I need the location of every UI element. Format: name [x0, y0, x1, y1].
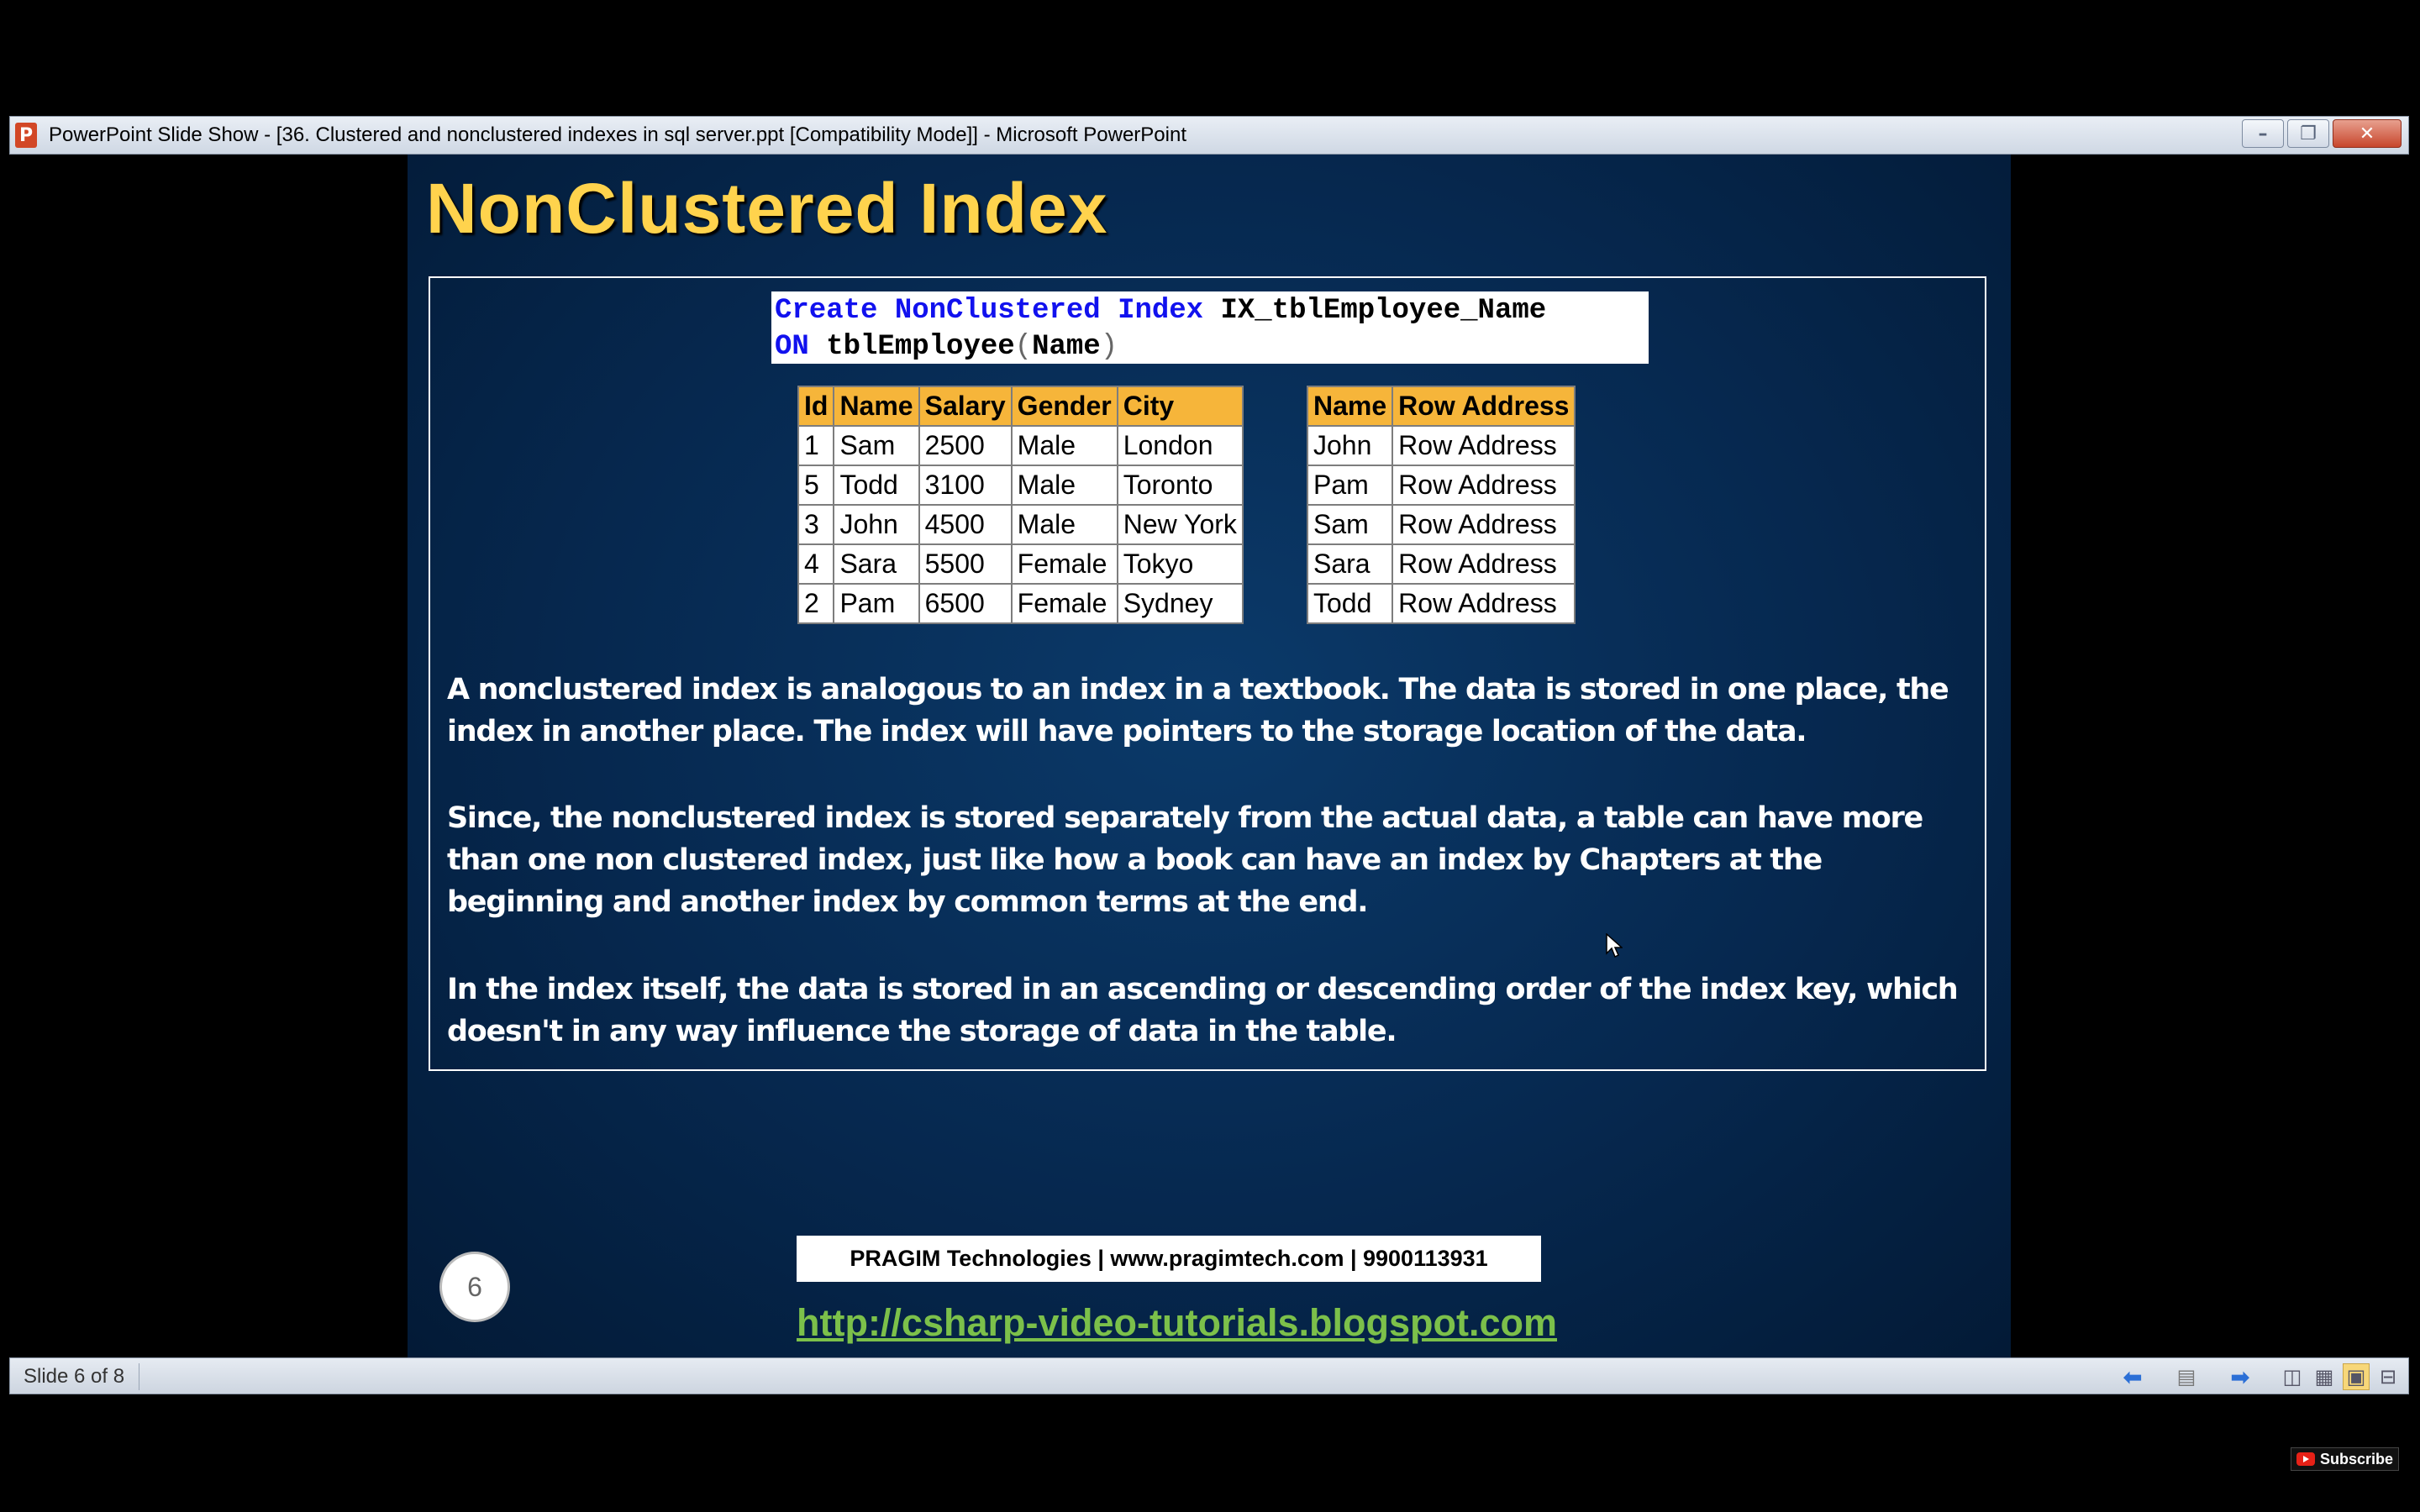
- table-cell: John: [833, 504, 920, 545]
- column-header: Name: [1306, 386, 1394, 427]
- mouse-cursor-icon: [1606, 933, 1623, 958]
- footer-company-info: PRAGIM Technologies | www.pragimtech.com…: [797, 1236, 1541, 1282]
- code-keyword: ON: [775, 331, 809, 363]
- column-header: Name: [833, 386, 920, 427]
- column-header: Row Address: [1392, 386, 1576, 427]
- window-title-bar: P PowerPoint Slide Show - [36. Clustered…: [9, 116, 2409, 155]
- table-row: Todd Row Address: [1306, 583, 1576, 624]
- table-cell: New York: [1116, 504, 1244, 545]
- table-cell: Toronto: [1116, 465, 1244, 506]
- table-cell: Male: [1010, 465, 1118, 506]
- slide-content-box: Create NonClustered Index IX_tblEmployee…: [429, 276, 1986, 1071]
- table-cell: 3100: [918, 465, 1013, 506]
- table-cell: Todd: [833, 465, 920, 506]
- subscribe-button[interactable]: Subscribe: [2291, 1447, 2400, 1471]
- status-bar: Slide 6 of 8 ⬅ ▤ ➡ ◫ ▦ ▣ ⊟: [9, 1357, 2409, 1394]
- previous-slide-icon[interactable]: ⬅: [2116, 1362, 2149, 1392]
- table-cell: Row Address: [1392, 425, 1576, 466]
- table-cell: Sara: [833, 543, 920, 585]
- code-paren: (: [1014, 331, 1033, 363]
- table-row: John Row Address: [1306, 425, 1576, 466]
- table-cell: Sam: [1306, 504, 1394, 545]
- table-cell: John: [1306, 425, 1394, 466]
- table-row: 5 Todd 3100 Male Toronto: [797, 465, 1244, 506]
- table-cell: Pam: [833, 583, 920, 624]
- reading-view-icon[interactable]: ▣: [2343, 1363, 2370, 1390]
- code-keyword: Create NonClustered Index: [775, 295, 1204, 327]
- table-header-row: Name Row Address: [1306, 386, 1576, 427]
- code-index-name: IX_tblEmployee_Name: [1203, 295, 1547, 327]
- slide-title: NonClustered Index: [426, 169, 1108, 248]
- footer-blog-link[interactable]: http://csharp-video-tutorials.blogspot.c…: [797, 1301, 1557, 1345]
- table-row: 3 John 4500 Male New York: [797, 504, 1244, 545]
- table-cell: 5: [797, 465, 835, 506]
- employee-table: Id Name Salary Gender City 1 Sam 2500 Ma…: [797, 386, 1244, 624]
- table-cell: Female: [1010, 583, 1118, 624]
- column-header: Id: [797, 386, 835, 427]
- table-cell: Todd: [1306, 583, 1394, 624]
- slide-sorter-view-icon[interactable]: ▦: [2311, 1363, 2338, 1390]
- table-cell: Row Address: [1392, 543, 1576, 585]
- minimize-button[interactable]: –: [2242, 119, 2284, 148]
- table-row: 2 Pam 6500 Female Sydney: [797, 583, 1244, 624]
- table-cell: London: [1116, 425, 1244, 466]
- slide-counter: Slide 6 of 8: [24, 1365, 125, 1388]
- window-title: PowerPoint Slide Show - [36. Clustered a…: [49, 123, 1186, 146]
- table-cell: 2500: [918, 425, 1013, 466]
- paragraph-multiple-indexes: Since, the nonclustered index is stored …: [447, 801, 1923, 919]
- column-header: City: [1116, 386, 1244, 427]
- code-column-name: Name: [1032, 331, 1101, 363]
- table-cell: 4: [797, 543, 835, 585]
- table-cell: Row Address: [1392, 465, 1576, 506]
- table-cell: Male: [1010, 504, 1118, 545]
- column-header: Salary: [918, 386, 1013, 427]
- table-cell: Sam: [833, 425, 920, 466]
- code-line-2: ON tblEmployee(Name): [775, 329, 1645, 365]
- code-line-1: Create NonClustered Index IX_tblEmployee…: [775, 293, 1645, 329]
- restore-button[interactable]: ❐: [2287, 119, 2329, 148]
- table-cell: Sara: [1306, 543, 1394, 585]
- table-row: Sam Row Address: [1306, 504, 1576, 545]
- table-cell: Tokyo: [1116, 543, 1244, 585]
- next-slide-icon[interactable]: ➡: [2223, 1362, 2257, 1392]
- table-cell: Row Address: [1392, 504, 1576, 545]
- table-cell: Pam: [1306, 465, 1394, 506]
- slide-canvas[interactable]: NonClustered Index Create NonClustered I…: [408, 155, 2011, 1357]
- paragraph-index-order: In the index itself, the data is stored …: [447, 973, 1959, 1048]
- table-cell: Row Address: [1392, 583, 1576, 624]
- code-paren: ): [1100, 331, 1118, 363]
- slide-menu-icon[interactable]: ▤: [2170, 1362, 2203, 1392]
- slide-show-view-icon[interactable]: ⊟: [2375, 1363, 2402, 1390]
- table-cell: 2: [797, 583, 835, 624]
- table-cell: 6500: [918, 583, 1013, 624]
- table-cell: Male: [1010, 425, 1118, 466]
- column-header: Gender: [1010, 386, 1118, 427]
- paragraph-analogy: A nonclustered index is analogous to an …: [447, 673, 1949, 748]
- subscribe-label: Subscribe: [2320, 1450, 2394, 1467]
- table-cell: Female: [1010, 543, 1118, 585]
- sql-code-block: Create NonClustered Index IX_tblEmployee…: [771, 291, 1649, 364]
- index-table: Name Row Address John Row Address Pam Ro…: [1306, 386, 1576, 624]
- table-header-row: Id Name Salary Gender City: [797, 386, 1244, 427]
- code-table-name: tblEmployee: [808, 331, 1015, 363]
- close-button[interactable]: ✕: [2333, 119, 2402, 148]
- normal-view-icon[interactable]: ◫: [2279, 1363, 2306, 1390]
- table-row: 4 Sara 5500 Female Tokyo: [797, 543, 1244, 585]
- table-cell: 5500: [918, 543, 1013, 585]
- table-cell: 1: [797, 425, 835, 466]
- table-cell: 3: [797, 504, 835, 545]
- powerpoint-app-icon: P: [15, 123, 37, 148]
- slide-number-badge: 6: [439, 1252, 510, 1322]
- table-cell: 4500: [918, 504, 1013, 545]
- table-cell: Sydney: [1116, 583, 1244, 624]
- table-row: Pam Row Address: [1306, 465, 1576, 506]
- window-controls: – ❐ ✕: [2242, 119, 2402, 148]
- table-row: 1 Sam 2500 Male London: [797, 425, 1244, 466]
- youtube-play-icon: [2296, 1452, 2315, 1466]
- table-row: Sara Row Address: [1306, 543, 1576, 585]
